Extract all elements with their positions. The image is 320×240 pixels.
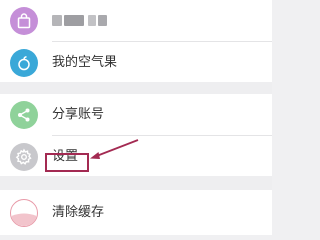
- menu-item-label: 我的空气果: [52, 55, 118, 70]
- cache-section: 清除缓存: [0, 190, 272, 235]
- profile-row[interactable]: [0, 0, 272, 41]
- menu-item-label: 分享账号: [52, 107, 105, 122]
- annotation-highlight-box: [45, 153, 89, 172]
- fruit-icon: [10, 49, 38, 77]
- share-icon: [10, 101, 38, 129]
- clear-cache-icon: [10, 199, 38, 227]
- shopping-bag-icon: [10, 7, 38, 35]
- menu-item-settings[interactable]: 设置: [0, 136, 272, 177]
- gear-icon: [10, 143, 38, 171]
- menu-item-clear-cache[interactable]: 清除缓存: [0, 192, 272, 233]
- profile-name-redacted: [52, 15, 107, 26]
- menu-item-my-air-fruit[interactable]: 我的空气果: [0, 42, 272, 83]
- settings-section: 分享账号 设置: [0, 94, 272, 176]
- profile-menu-screen: 我的空气果 分享账号 设置 清除缓存: [0, 0, 272, 235]
- menu-item-label: 清除缓存: [52, 205, 105, 220]
- menu-item-share-account[interactable]: 分享账号: [0, 94, 272, 135]
- account-section: 我的空气果: [0, 0, 272, 82]
